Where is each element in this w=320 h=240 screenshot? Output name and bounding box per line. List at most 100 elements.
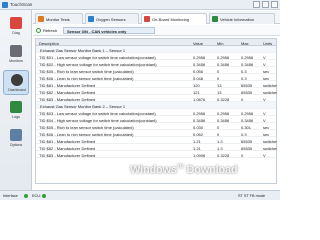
logs-icon <box>10 101 22 113</box>
tab-label: Oxygen Sensors <box>96 17 126 22</box>
tab-on-board-monitoring[interactable]: On-Board Monitoring <box>141 13 207 24</box>
monitoring-table: Description Value Min Max Units Exhaust … <box>35 38 277 184</box>
cell-value: 0.052 <box>193 131 204 137</box>
tab-vehicle-information[interactable]: Vehicle Information <box>209 13 275 24</box>
watermark-text-2: Download <box>186 164 238 176</box>
cell-value: 1.0876 <box>193 96 206 102</box>
cell-max: 65535 <box>241 89 253 95</box>
cell-min: 13 <box>217 82 222 88</box>
window-controls <box>253 1 278 8</box>
sidebar: Diag Monitors Dashboard Logs Options <box>0 10 32 190</box>
cell-description: TID $83 - Manufacturer Defined <box>39 152 96 158</box>
cell-units: sec <box>263 124 270 130</box>
table-row[interactable]: TID $04 - High sensor voltage for switch… <box>36 116 276 123</box>
column-header-units[interactable]: Units <box>263 41 272 46</box>
table-row[interactable]: TID $81 - Manufacturer Defined 1.21 1.3 655… <box>36 137 277 144</box>
sidebar-item-dashboard[interactable]: Dashboard <box>3 70 29 95</box>
minimize-button[interactable] <box>253 1 260 8</box>
cell-value: 0.030 <box>193 124 204 130</box>
status-ecu: ECU: <box>32 194 42 198</box>
tab-label: Vehicle Information <box>220 17 255 22</box>
monitors-icon <box>10 45 22 57</box>
cell-value: 0.056 <box>193 68 204 74</box>
cell-min: 0.2956 <box>217 110 230 116</box>
cell-min: 13 <box>217 89 222 95</box>
sidebar-item-label: Logs <box>12 115 20 119</box>
on-board-monitoring-icon <box>144 16 150 22</box>
cell-value: 0.048 <box>193 75 204 81</box>
cell-units: switches <box>263 82 277 88</box>
table-row[interactable]: TID $05 - Rich to lean sensor switch tim… <box>36 67 276 74</box>
cell-description: TID $05 - Rich to lean sensor switch tim… <box>39 68 134 74</box>
cell-max: 0.3 <box>241 75 247 81</box>
cell-min: 0.3228 <box>217 152 230 158</box>
tab-monitor-tests[interactable]: Monitor Tests <box>35 13 83 24</box>
cell-max: 0.301 <box>241 124 252 130</box>
interface-status-icon <box>24 194 28 198</box>
table-header: Description Value Min Max Units <box>36 39 276 46</box>
cell-value: 120 <box>193 82 200 88</box>
cell-value: 1.21 <box>193 138 201 144</box>
table-row[interactable]: TID $03 - Low sensor voltage for switch … <box>36 109 276 116</box>
cell-max: 65535 <box>241 145 253 151</box>
monitor-tests-icon <box>38 16 44 22</box>
sidebar-item-diag[interactable]: Diag <box>3 14 29 39</box>
sensor-filter[interactable]: Sensor 3/N - CAN vehicles only <box>63 27 155 34</box>
cell-description: TID $06 - Lean to rich sensor switch tim… <box>39 75 134 81</box>
watermark-text: Windows <box>130 164 177 176</box>
table-row[interactable]: TID $83 - Manufacturer Defined 1.0876 0.32… <box>36 95 276 102</box>
status-mode: ST ST FB mode <box>238 194 266 198</box>
refresh-button[interactable]: Refresh <box>36 27 62 34</box>
oxygen-sensors-icon <box>88 16 94 22</box>
column-header-description[interactable]: Description <box>39 41 59 46</box>
tab-bar: Monitor Tests Oxygen Sensors On-Board Mo… <box>33 11 280 24</box>
table-row[interactable]: TID $02 - High sensor voltage for switch… <box>36 60 276 67</box>
table-row[interactable]: TID $81 - Manufacturer Defined 120 13 65535… <box>36 81 277 88</box>
cell-value: 1.0906 <box>193 152 206 158</box>
table-row[interactable]: TID $01 - Low sensor voltage for switch … <box>36 53 276 60</box>
cell-units: V <box>263 152 266 158</box>
table-row[interactable]: TID $82 - Manufacturer Defined 121 13 65535… <box>36 88 277 95</box>
cell-units: sec <box>263 68 270 74</box>
watermark: WindowsTM Download <box>130 164 238 176</box>
refresh-icon <box>36 28 41 33</box>
title-bar: TouchScan <box>0 0 280 10</box>
group-title: Exhaust Gas Sensor Monitor Bank 1 – Sens… <box>40 47 126 53</box>
sidebar-item-logs[interactable]: Logs <box>3 98 29 123</box>
cell-max: 0.2956 <box>241 110 254 116</box>
cell-min: 0.3228 <box>217 96 230 102</box>
cell-min: 1.3 <box>217 138 223 144</box>
vehicle-information-icon <box>212 16 218 22</box>
column-header-max[interactable]: Max <box>241 41 249 46</box>
table-row[interactable]: TID $06 - Lean to rich sensor switch tim… <box>36 74 276 81</box>
cell-value: 121 <box>193 89 200 95</box>
table-row[interactable]: TID $83 - Manufacturer Defined 1.0906 0.32… <box>36 151 276 158</box>
table-row[interactable]: TID $82 - Manufacturer Defined 1.21 1.3 655… <box>36 144 277 151</box>
cell-max: 0.3456 <box>241 61 254 67</box>
cell-units: switches <box>263 89 277 95</box>
sidebar-item-options[interactable]: Options <box>3 126 29 151</box>
table-group-row[interactable]: Exhaust Gas Sensor Monitor Bank 2 – Sens… <box>36 102 276 109</box>
column-header-min[interactable]: Min <box>217 41 223 46</box>
cell-min: 1.3 <box>217 145 223 151</box>
table-row[interactable]: TID $06 - Lean to rich sensor switch tim… <box>36 130 276 137</box>
cell-description: TID $82 - Manufacturer Defined <box>39 145 96 151</box>
column-header-value[interactable]: Value <box>193 41 203 46</box>
sidebar-item-label: Diag <box>12 31 20 35</box>
cell-max: 65535 <box>241 138 253 144</box>
table-row[interactable]: TID $05 - Rich to lean sensor switch tim… <box>36 123 276 130</box>
cell-value: 1.21 <box>193 145 201 151</box>
cell-description: TID $04 - High sensor voltage for switch… <box>39 117 157 123</box>
sidebar-item-label: Options <box>9 143 23 147</box>
close-button[interactable] <box>271 1 278 8</box>
sidebar-item-monitors[interactable]: Monitors <box>3 42 29 67</box>
tab-oxygen-sensors[interactable]: Oxygen Sensors <box>85 13 139 24</box>
app-icon <box>2 2 8 8</box>
window-title: TouchScan <box>10 2 33 7</box>
cell-description: TID $81 - Manufacturer Defined <box>39 82 96 88</box>
maximize-button[interactable] <box>262 1 269 8</box>
cell-description: TID $82 - Manufacturer Defined <box>39 89 96 95</box>
cell-description: TID $03 - Low sensor voltage for switch … <box>39 110 156 116</box>
table-group-row[interactable]: Exhaust Gas Sensor Monitor Bank 1 – Sens… <box>36 46 276 53</box>
sidebar-item-label: Monitors <box>9 59 23 63</box>
